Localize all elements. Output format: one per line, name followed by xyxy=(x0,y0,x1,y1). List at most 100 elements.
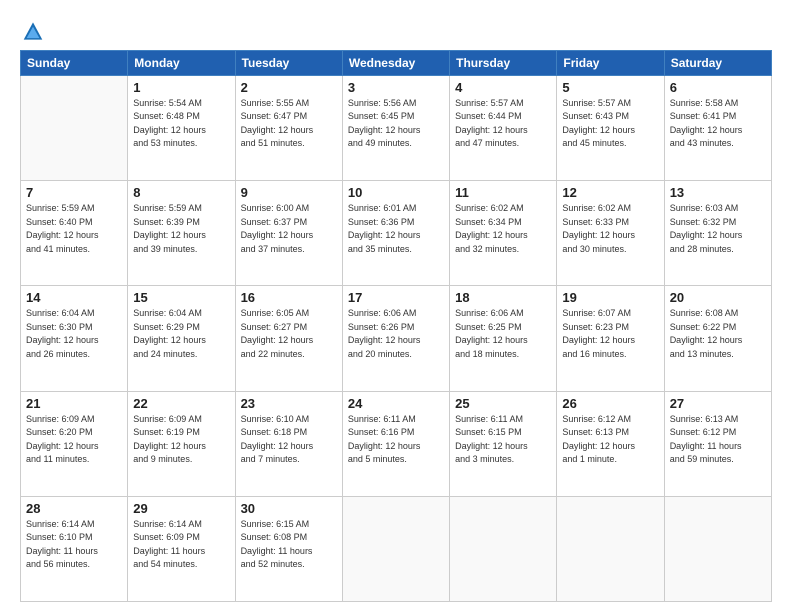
calendar-cell: 12 Sunrise: 6:02 AMSunset: 6:33 PMDayligh… xyxy=(557,181,664,286)
day-info: Sunrise: 6:01 AMSunset: 6:36 PMDaylight:… xyxy=(348,202,444,256)
calendar-week-row: 21 Sunrise: 6:09 AMSunset: 6:20 PMDayligh… xyxy=(21,391,772,496)
calendar-week-row: 7Sunrise: 5:59 AMSunset: 6:40 PMDaylight… xyxy=(21,181,772,286)
day-number: 10 xyxy=(348,185,444,200)
day-number: 3 xyxy=(348,80,444,95)
day-info: Sunrise: 6:15 AMSunset: 6:08 PMDaylight:… xyxy=(241,518,337,572)
calendar-cell: 17 Sunrise: 6:06 AMSunset: 6:26 PMDayligh… xyxy=(342,286,449,391)
day-number: 18 xyxy=(455,290,551,305)
day-info: Sunrise: 6:10 AMSunset: 6:18 PMDaylight:… xyxy=(241,413,337,467)
day-info: Sunrise: 5:54 AMSunset: 6:48 PMDaylight:… xyxy=(133,97,229,151)
day-info: Sunrise: 6:08 AMSunset: 6:22 PMDaylight:… xyxy=(670,307,766,361)
weekday-header: Sunday xyxy=(21,50,128,75)
day-info: Sunrise: 6:12 AMSunset: 6:13 PMDaylight:… xyxy=(562,413,658,467)
day-info: Sunrise: 5:55 AMSunset: 6:47 PMDaylight:… xyxy=(241,97,337,151)
calendar-cell: 7Sunrise: 5:59 AMSunset: 6:40 PMDaylight… xyxy=(21,181,128,286)
calendar-cell: 2 Sunrise: 5:55 AMSunset: 6:47 PMDaylight… xyxy=(235,75,342,180)
day-number: 8 xyxy=(133,185,229,200)
weekday-header: Monday xyxy=(128,50,235,75)
day-number: 12 xyxy=(562,185,658,200)
day-number: 11 xyxy=(455,185,551,200)
calendar-cell: 5 Sunrise: 5:57 AMSunset: 6:43 PMDaylight… xyxy=(557,75,664,180)
calendar-cell: 30 Sunrise: 6:15 AMSunset: 6:08 PMDayligh… xyxy=(235,496,342,601)
day-number: 15 xyxy=(133,290,229,305)
day-info: Sunrise: 5:57 AMSunset: 6:43 PMDaylight:… xyxy=(562,97,658,151)
day-info: Sunrise: 6:11 AMSunset: 6:15 PMDaylight:… xyxy=(455,413,551,467)
header xyxy=(20,18,772,42)
weekday-header: Tuesday xyxy=(235,50,342,75)
calendar-week-row: 1 Sunrise: 5:54 AMSunset: 6:48 PMDaylight… xyxy=(21,75,772,180)
day-info: Sunrise: 6:02 AMSunset: 6:33 PMDaylight:… xyxy=(562,202,658,256)
day-info: Sunrise: 5:56 AMSunset: 6:45 PMDaylight:… xyxy=(348,97,444,151)
day-number: 1 xyxy=(133,80,229,95)
calendar-cell: 29Sunrise: 6:14 AMSunset: 6:09 PMDayligh… xyxy=(128,496,235,601)
day-info: Sunrise: 6:02 AMSunset: 6:34 PMDaylight:… xyxy=(455,202,551,256)
calendar-header-row: SundayMondayTuesdayWednesdayThursdayFrid… xyxy=(21,50,772,75)
day-info: Sunrise: 5:57 AMSunset: 6:44 PMDaylight:… xyxy=(455,97,551,151)
calendar-cell xyxy=(342,496,449,601)
calendar-cell: 8 Sunrise: 5:59 AMSunset: 6:39 PMDaylight… xyxy=(128,181,235,286)
calendar-cell: 1 Sunrise: 5:54 AMSunset: 6:48 PMDaylight… xyxy=(128,75,235,180)
day-info: Sunrise: 6:13 AMSunset: 6:12 PMDaylight:… xyxy=(670,413,766,467)
day-number: 21 xyxy=(26,396,122,411)
day-number: 22 xyxy=(133,396,229,411)
calendar-cell: 26 Sunrise: 6:12 AMSunset: 6:13 PMDayligh… xyxy=(557,391,664,496)
day-number: 14 xyxy=(26,290,122,305)
calendar-cell xyxy=(557,496,664,601)
day-number: 26 xyxy=(562,396,658,411)
calendar-cell: 15 Sunrise: 6:04 AMSunset: 6:29 PMDayligh… xyxy=(128,286,235,391)
calendar-cell: 22 Sunrise: 6:09 AMSunset: 6:19 PMDayligh… xyxy=(128,391,235,496)
day-number: 13 xyxy=(670,185,766,200)
calendar-cell: 6 Sunrise: 5:58 AMSunset: 6:41 PMDaylight… xyxy=(664,75,771,180)
day-number: 2 xyxy=(241,80,337,95)
day-info: Sunrise: 6:07 AMSunset: 6:23 PMDaylight:… xyxy=(562,307,658,361)
weekday-header: Wednesday xyxy=(342,50,449,75)
day-info: Sunrise: 5:59 AMSunset: 6:39 PMDaylight:… xyxy=(133,202,229,256)
day-number: 6 xyxy=(670,80,766,95)
weekday-header: Thursday xyxy=(450,50,557,75)
calendar-cell: 14 Sunrise: 6:04 AMSunset: 6:30 PMDayligh… xyxy=(21,286,128,391)
day-info: Sunrise: 6:00 AMSunset: 6:37 PMDaylight:… xyxy=(241,202,337,256)
day-number: 16 xyxy=(241,290,337,305)
day-info: Sunrise: 6:14 AMSunset: 6:10 PMDaylight:… xyxy=(26,518,122,572)
calendar-cell xyxy=(450,496,557,601)
calendar-cell: 11 Sunrise: 6:02 AMSunset: 6:34 PMDayligh… xyxy=(450,181,557,286)
day-info: Sunrise: 6:05 AMSunset: 6:27 PMDaylight:… xyxy=(241,307,337,361)
calendar-cell: 10 Sunrise: 6:01 AMSunset: 6:36 PMDayligh… xyxy=(342,181,449,286)
day-info: Sunrise: 6:04 AMSunset: 6:29 PMDaylight:… xyxy=(133,307,229,361)
calendar-table: SundayMondayTuesdayWednesdayThursdayFrid… xyxy=(20,50,772,602)
day-number: 20 xyxy=(670,290,766,305)
calendar-cell: 25Sunrise: 6:11 AMSunset: 6:15 PMDayligh… xyxy=(450,391,557,496)
day-number: 27 xyxy=(670,396,766,411)
day-number: 23 xyxy=(241,396,337,411)
weekday-header: Saturday xyxy=(664,50,771,75)
day-number: 9 xyxy=(241,185,337,200)
calendar-cell: 4Sunrise: 5:57 AMSunset: 6:44 PMDaylight… xyxy=(450,75,557,180)
day-number: 7 xyxy=(26,185,122,200)
day-info: Sunrise: 6:03 AMSunset: 6:32 PMDaylight:… xyxy=(670,202,766,256)
day-number: 5 xyxy=(562,80,658,95)
calendar-cell: 23 Sunrise: 6:10 AMSunset: 6:18 PMDayligh… xyxy=(235,391,342,496)
day-number: 24 xyxy=(348,396,444,411)
day-number: 19 xyxy=(562,290,658,305)
calendar-cell: 20 Sunrise: 6:08 AMSunset: 6:22 PMDayligh… xyxy=(664,286,771,391)
day-number: 17 xyxy=(348,290,444,305)
day-info: Sunrise: 6:11 AMSunset: 6:16 PMDaylight:… xyxy=(348,413,444,467)
day-info: Sunrise: 6:06 AMSunset: 6:26 PMDaylight:… xyxy=(348,307,444,361)
calendar-cell: 28 Sunrise: 6:14 AMSunset: 6:10 PMDayligh… xyxy=(21,496,128,601)
calendar-cell xyxy=(664,496,771,601)
calendar-cell: 27 Sunrise: 6:13 AMSunset: 6:12 PMDayligh… xyxy=(664,391,771,496)
calendar-cell: 24 Sunrise: 6:11 AMSunset: 6:16 PMDayligh… xyxy=(342,391,449,496)
calendar-cell: 9 Sunrise: 6:00 AMSunset: 6:37 PMDaylight… xyxy=(235,181,342,286)
day-info: Sunrise: 5:58 AMSunset: 6:41 PMDaylight:… xyxy=(670,97,766,151)
day-info: Sunrise: 6:04 AMSunset: 6:30 PMDaylight:… xyxy=(26,307,122,361)
day-info: Sunrise: 6:14 AMSunset: 6:09 PMDaylight:… xyxy=(133,518,229,572)
logo xyxy=(20,22,44,42)
logo-icon xyxy=(22,21,44,41)
day-info: Sunrise: 6:09 AMSunset: 6:20 PMDaylight:… xyxy=(26,413,122,467)
day-info: Sunrise: 6:09 AMSunset: 6:19 PMDaylight:… xyxy=(133,413,229,467)
calendar-week-row: 14 Sunrise: 6:04 AMSunset: 6:30 PMDayligh… xyxy=(21,286,772,391)
calendar-cell: 18Sunrise: 6:06 AMSunset: 6:25 PMDayligh… xyxy=(450,286,557,391)
day-number: 30 xyxy=(241,501,337,516)
day-number: 28 xyxy=(26,501,122,516)
calendar-cell xyxy=(21,75,128,180)
